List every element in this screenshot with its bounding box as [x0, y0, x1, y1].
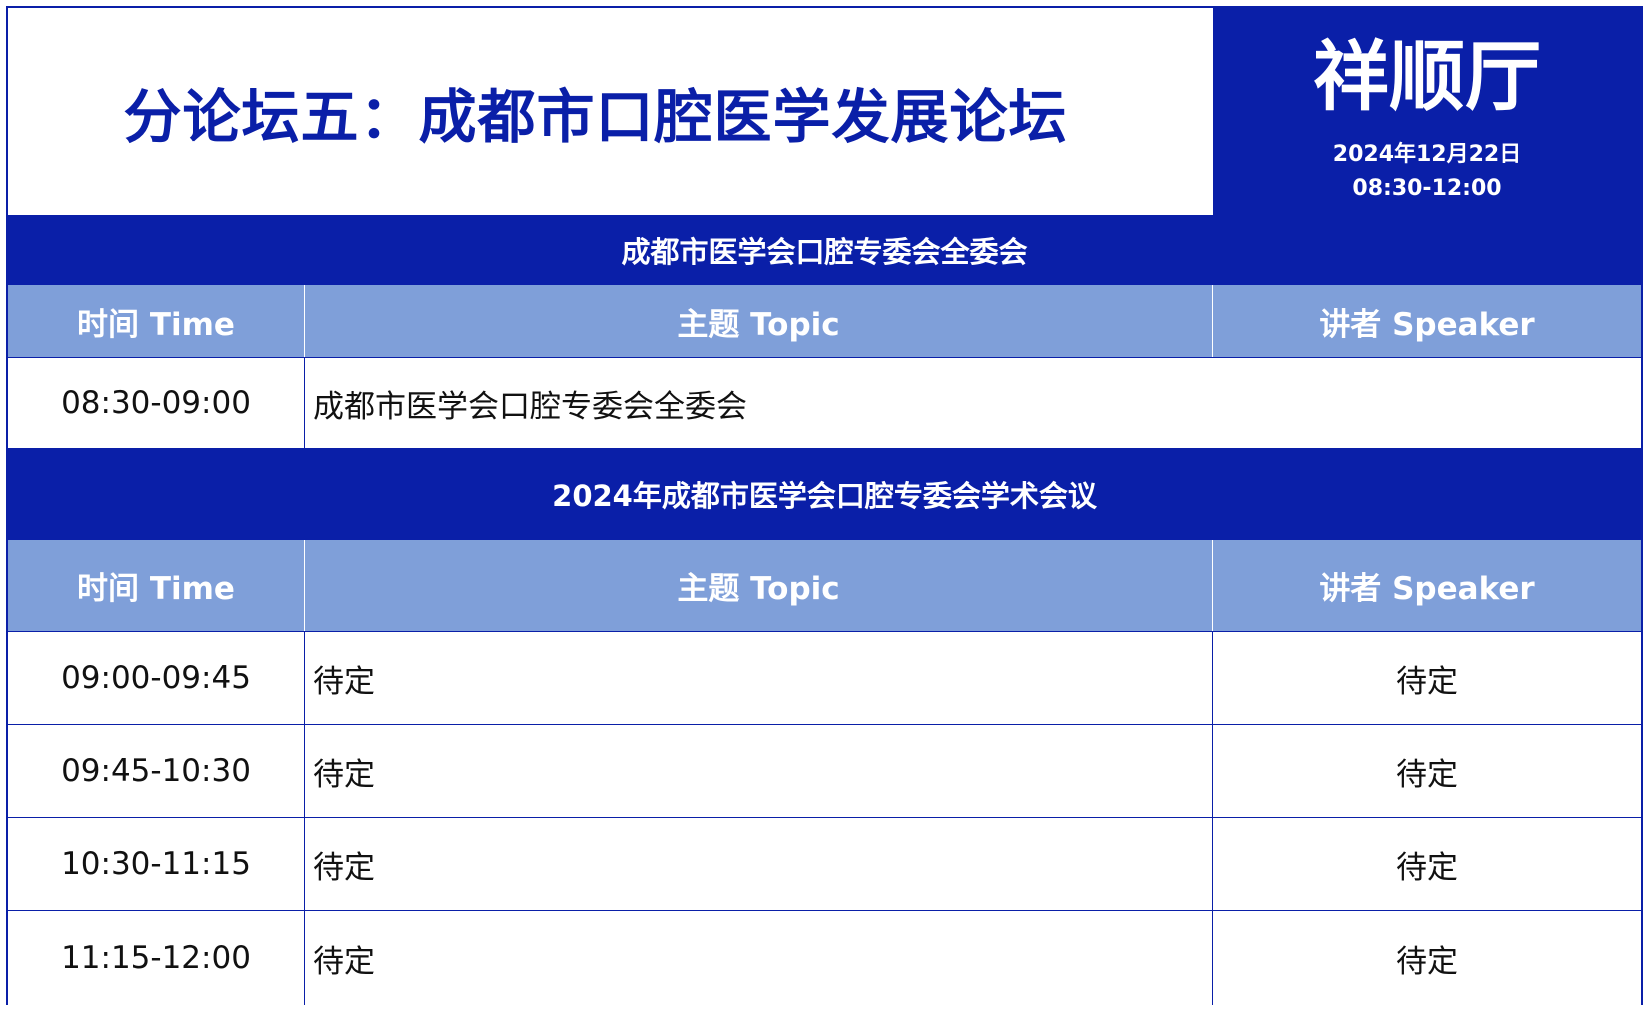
table-row: 10:30-11:15 待定 待定	[8, 817, 1641, 910]
table-row: 09:45-10:30 待定 待定	[8, 724, 1641, 817]
title-box: 分论坛五：成都市口腔医学发展论坛	[8, 8, 1213, 215]
row-time: 09:00-09:45	[8, 632, 305, 724]
table-header-row: 时间 Time 主题 Topic 讲者 Speaker	[8, 285, 1641, 357]
row-speaker: 待定	[1396, 756, 1458, 793]
section-title-committee: 成都市医学会口腔专委会全委会	[8, 215, 1641, 285]
row-topic: 待定	[305, 911, 1213, 1005]
column-header-time: 时间 Time	[8, 285, 305, 357]
venue-box: 祥顺厅 2024年12月22日 08:30-12:00	[1213, 8, 1641, 215]
column-header-topic: 主题 Topic	[305, 540, 1213, 631]
column-header-speaker: 讲者 Speaker	[1319, 306, 1535, 343]
table-header-row: 时间 Time 主题 Topic 讲者 Speaker	[8, 540, 1641, 631]
table-row: 09:00-09:45 待定 待定	[8, 631, 1641, 724]
row-speaker: 待定	[1396, 943, 1458, 980]
schedule-sheet: 分论坛五：成都市口腔医学发展论坛 祥顺厅 2024年12月22日 08:30-1…	[6, 6, 1643, 1005]
row-time: 11:15-12:00	[8, 911, 305, 1005]
column-header-speaker: 讲者 Speaker	[1319, 571, 1535, 607]
row-topic: 待定	[305, 725, 1213, 817]
row-speaker: 待定	[1396, 849, 1458, 886]
column-header-topic: 主题 Topic	[305, 285, 1213, 357]
section-title-academic: 2024年成都市医学会口腔专委会学术会议	[8, 448, 1641, 540]
forum-title: 分论坛五：成都市口腔医学发展论坛	[123, 82, 1068, 151]
row-time: 09:45-10:30	[8, 725, 305, 817]
row-speaker: 待定	[1396, 663, 1458, 700]
row-topic: 成都市医学会口腔专委会全委会	[313, 388, 747, 425]
row-time: 08:30-09:00	[8, 358, 305, 448]
table-row: 08:30-09:00 成都市医学会口腔专委会全委会	[8, 357, 1641, 448]
venue-time: 08:30-12:00	[1352, 176, 1502, 201]
venue-date: 2024年12月22日	[1332, 142, 1522, 167]
row-topic: 待定	[305, 818, 1213, 910]
table-row: 11:15-12:00 待定 待定	[8, 910, 1641, 1005]
row-time: 10:30-11:15	[8, 818, 305, 910]
venue-name: 祥顺厅	[1313, 32, 1541, 121]
row-topic: 待定	[305, 632, 1213, 724]
column-header-time: 时间 Time	[8, 540, 305, 631]
